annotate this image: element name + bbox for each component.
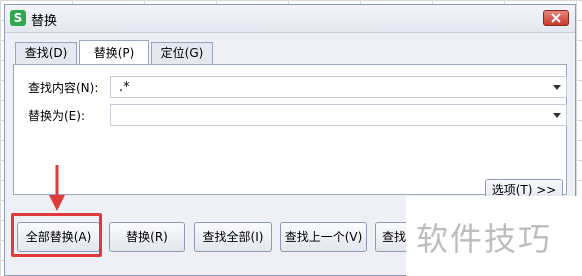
- find-what-value: .*: [119, 80, 130, 95]
- close-icon: [551, 13, 561, 23]
- dropdown-arrow-icon[interactable]: [553, 85, 561, 90]
- tab-goto[interactable]: 定位(G): [151, 42, 213, 64]
- find-all-button[interactable]: 查找全部(I): [194, 222, 272, 252]
- highlight-box: [11, 213, 102, 257]
- wps-app-icon: S: [10, 10, 26, 26]
- replace-with-combobox[interactable]: [110, 104, 567, 126]
- find-previous-button[interactable]: 查找上一个(V): [280, 222, 367, 252]
- tab-find[interactable]: 查找(D): [15, 42, 77, 64]
- watermark-text: 软件技巧: [416, 220, 553, 258]
- dialog-title: 替换: [31, 14, 58, 29]
- replace-button[interactable]: 替换(R): [109, 222, 185, 252]
- find-what-label: 查找内容(N):: [28, 81, 99, 95]
- find-what-combobox[interactable]: .*: [110, 76, 567, 98]
- dropdown-arrow-icon[interactable]: [553, 113, 561, 118]
- close-button[interactable]: [543, 10, 569, 26]
- replace-with-label: 替换为(E):: [28, 109, 85, 123]
- down-arrow-icon: [49, 165, 65, 211]
- tab-replace[interactable]: 替换(P): [79, 40, 149, 64]
- title-bar: S 替换: [5, 5, 575, 33]
- replace-panel: 查找内容(N): .* 替换为(E): 选项(T) >>: [13, 64, 567, 201]
